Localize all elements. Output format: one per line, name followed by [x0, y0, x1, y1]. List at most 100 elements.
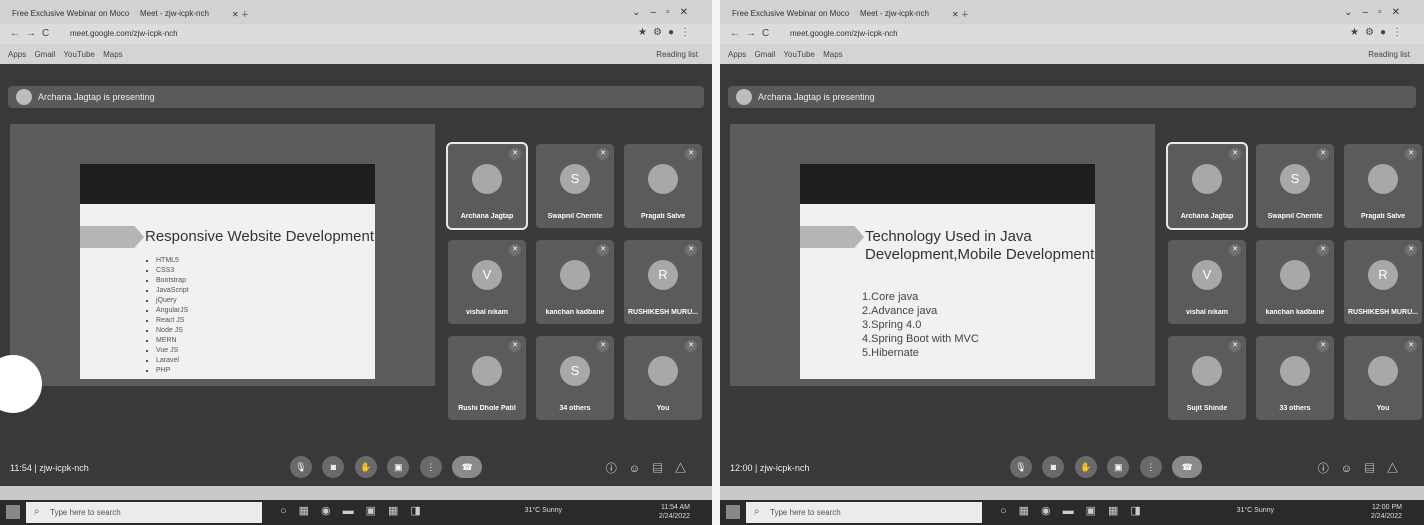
reading-list-button[interactable]: Reading list	[656, 50, 698, 59]
participant-name: vishal nikam	[465, 309, 509, 316]
presenting-text: Archana Jagtap is presenting	[38, 92, 155, 102]
windows-start-icon[interactable]	[726, 505, 740, 519]
system-time: 12:00 PM	[1372, 504, 1402, 511]
meet-screenshot-2: Free Exclusive Webinar on Moco Meet - zj…	[720, 0, 1424, 525]
side-panel-icons[interactable]: ⓘ☺▤△	[1318, 460, 1410, 476]
windows-start-icon[interactable]	[6, 505, 20, 519]
participant-name: You	[656, 405, 670, 412]
nav-buttons[interactable]: ←→C	[730, 28, 775, 39]
windows-taskbar: ⌕ Type here to search ○▦◉▬▣▦◨ 31°C Sunny…	[720, 500, 1424, 525]
slide-bullet: React JS	[156, 316, 189, 326]
taskbar-search[interactable]: ⌕ Type here to search	[746, 502, 982, 523]
window-controls[interactable]: ⌄–▫✕	[1344, 7, 1410, 18]
slide-bullet: CSS3	[156, 266, 189, 276]
participant-tile[interactable]: ✕ Pragati Salve	[624, 144, 702, 228]
more-options-icon[interactable]: ⋮	[419, 456, 442, 478]
browser-tab-webinar[interactable]: Free Exclusive Webinar on Moco	[12, 9, 132, 18]
camera-icon[interactable]: ◙	[1042, 456, 1065, 478]
end-call-icon[interactable]: ☎	[452, 456, 483, 478]
raise-hand-icon[interactable]: ✋	[1074, 456, 1097, 478]
muted-mic-icon: ✕	[685, 244, 697, 256]
camera-icon[interactable]: ◙	[322, 456, 345, 478]
muted-mic-icon: ✕	[509, 340, 521, 352]
participant-tile[interactable]: ✕ 33 others	[1256, 336, 1334, 420]
participant-avatar	[472, 356, 502, 386]
weather-widget[interactable]: 31°C Sunny	[1237, 507, 1274, 514]
meet-window: Archana Jagtap is presenting Technology …	[720, 64, 1424, 486]
participant-tile[interactable]: ✕ Vvishal nikam	[448, 240, 526, 324]
participant-tile[interactable]: ✕ Rushi Dhole Patil	[448, 336, 526, 420]
participant-avatar	[472, 164, 502, 194]
slide: Responsive Website Development HTML5CSS3…	[80, 204, 375, 379]
present-icon[interactable]: ▣	[1107, 456, 1130, 478]
mic-icon[interactable]: 🎙	[290, 456, 312, 478]
more-options-icon[interactable]: ⋮	[1139, 456, 1162, 478]
participant-avatar: S	[1280, 164, 1310, 194]
participant-tile[interactable]: ✕ R RUSHIKESH MURU...	[1344, 240, 1422, 324]
participant-tile[interactable]: ✕ S Swapnil Chernte	[1256, 144, 1334, 228]
meet-control-bar: 11:54 | zjw-icpk-nch 🎙 ◙ ✋ ▣ ⋮ ☎ ⓘ☺▤△	[0, 454, 712, 484]
participant-tile[interactable]: ✕ S Swapnil Chernte	[536, 144, 614, 228]
participant-name: Archana Jagtap	[1180, 213, 1234, 220]
participant-tile[interactable]: ✕ You	[624, 336, 702, 420]
url-field[interactable]: meet.google.com/zjw-icpk-nch	[70, 29, 178, 38]
search-icon: ⌕	[754, 506, 760, 517]
participant-tile[interactable]: ✕ kanchan kadbane	[536, 240, 614, 324]
taskbar-search[interactable]: ⌕ Type here to search	[26, 502, 262, 523]
side-panel-icons[interactable]: ⓘ☺▤△	[606, 460, 698, 476]
slide-badge	[800, 226, 864, 248]
browser-toolbar-icons[interactable]: ★⚙●⋮	[1350, 27, 1408, 38]
participant-avatar: S	[560, 356, 590, 386]
browser-tab-meet[interactable]: Meet - zjw-icpk-nch	[860, 9, 940, 18]
participant-avatar	[648, 164, 678, 194]
browser-tab-meet[interactable]: Meet - zjw-icpk-nch	[140, 9, 220, 18]
slide-bullet: MERN	[156, 336, 189, 346]
slide-bullet: Vue JS	[156, 346, 189, 356]
meet-window: Archana Jagtap is presenting Responsive …	[0, 64, 712, 486]
participant-tile[interactable]: ✕ kanchan kadbane	[1256, 240, 1334, 324]
participant-tile[interactable]: ✕ Archana Jagtap	[446, 142, 528, 230]
muted-mic-icon: ✕	[597, 244, 609, 256]
taskbar-apps[interactable]: ○▦◉▬▣▦◨	[280, 504, 433, 517]
browser-toolbar-icons[interactable]: ★⚙●⋮	[638, 27, 696, 38]
participant-avatar: V	[472, 260, 502, 290]
participant-name: vishal nikam	[1185, 309, 1229, 316]
nav-buttons[interactable]: ←→C	[10, 28, 55, 39]
raise-hand-icon[interactable]: ✋	[354, 456, 377, 478]
participant-tile[interactable]: ✕ Pragati Salve	[1344, 144, 1422, 228]
new-tab-icon[interactable]: ✕ ＋	[232, 9, 249, 20]
weather-widget[interactable]: 31°C Sunny	[525, 507, 562, 514]
taskbar-apps[interactable]: ○▦◉▬▣▦◨	[1000, 504, 1153, 517]
slide-bullet: AngularJS	[156, 306, 189, 316]
participant-name: 33 others	[1279, 405, 1311, 412]
browser-tab-bar: Free Exclusive Webinar on Moco Meet - zj…	[720, 0, 1424, 24]
participant-tile[interactable]: ✕ R RUSHIKESH MURU...	[624, 240, 702, 324]
end-call-icon[interactable]: ☎	[1172, 456, 1203, 478]
browser-tab-bar: Free Exclusive Webinar on Moco Meet - zj…	[0, 0, 712, 24]
slide-list-item: 2.Advance java	[862, 305, 938, 317]
bookmark-links[interactable]: Apps Gmail YouTube Maps	[728, 50, 843, 59]
slide-bullet: Laravel	[156, 356, 189, 366]
participant-tile[interactable]: ✕ S 34 others	[536, 336, 614, 420]
browser-tab-webinar[interactable]: Free Exclusive Webinar on Moco	[732, 9, 852, 18]
bookmarks-bar: Apps Gmail YouTube Maps Reading list	[720, 44, 1424, 64]
mic-icon[interactable]: 🎙	[1010, 456, 1032, 478]
muted-mic-icon: ✕	[597, 340, 609, 352]
search-placeholder: Type here to search	[770, 508, 841, 517]
participant-name: RUSHIKESH MURU...	[1347, 309, 1418, 316]
slide-badge	[80, 226, 144, 248]
muted-mic-icon: ✕	[1317, 244, 1329, 256]
muted-mic-icon: ✕	[1229, 244, 1241, 256]
slide-title: Technology Used in Java Development,Mobi…	[865, 228, 1095, 263]
window-controls[interactable]: ⌄–▫✕	[632, 7, 698, 18]
url-field[interactable]: meet.google.com/zjw-icpk-nch	[790, 29, 898, 38]
present-icon[interactable]: ▣	[387, 456, 410, 478]
new-tab-icon[interactable]: ✕ ＋	[952, 9, 969, 20]
participant-tile[interactable]: ✕ You	[1344, 336, 1422, 420]
reading-list-button[interactable]: Reading list	[1368, 50, 1410, 59]
participant-name: Rushi Dhole Patil	[458, 405, 516, 412]
participant-tile[interactable]: ✕ Vvishal nikam	[1168, 240, 1246, 324]
participant-tile[interactable]: ✕ Archana Jagtap	[1166, 142, 1248, 230]
bookmark-links[interactable]: Apps Gmail YouTube Maps	[8, 50, 123, 59]
participant-tile[interactable]: ✕ Sujit Shinde	[1168, 336, 1246, 420]
